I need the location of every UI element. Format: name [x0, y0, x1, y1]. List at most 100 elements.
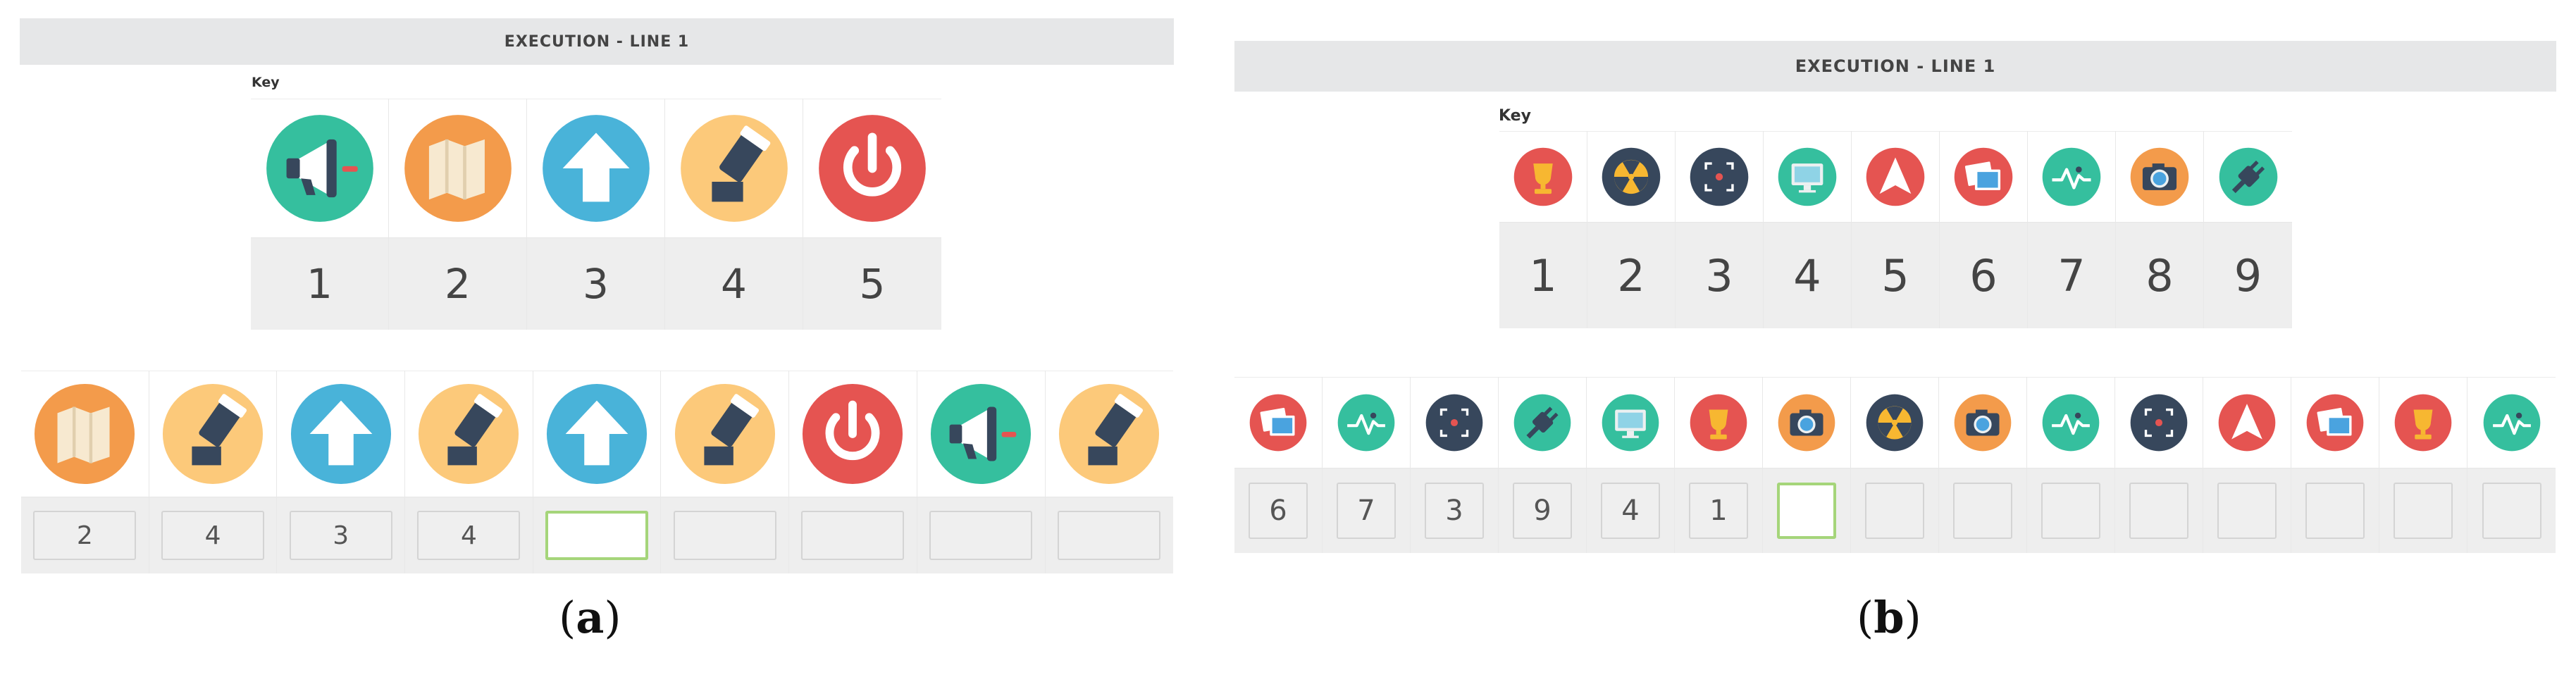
execution-header: EXECUTION - LINE 1	[20, 18, 1174, 65]
answer-input[interactable]	[1058, 511, 1161, 560]
sequence-grid: 2 43 4	[21, 371, 1174, 573]
answer-input[interactable]: 2	[33, 511, 137, 560]
answer-input[interactable]	[1953, 483, 2012, 539]
answer-input[interactable]	[929, 511, 1033, 560]
heartbeat-icon	[2482, 393, 2541, 452]
camera-icon	[1953, 393, 2012, 452]
caption-open: (	[559, 592, 576, 643]
sequence-item: 4	[405, 371, 533, 573]
answer-input[interactable]: 6	[1249, 483, 1308, 539]
answer-input[interactable]: 1	[1689, 483, 1748, 539]
answer-input[interactable]	[2129, 483, 2188, 539]
key-column: 1	[1499, 131, 1587, 328]
answer-input[interactable]: 4	[1601, 483, 1660, 539]
key-number: 2	[1587, 222, 1675, 328]
answer-input-active[interactable]	[1777, 483, 1836, 539]
key-number: 1	[1499, 222, 1587, 328]
key-column: 9	[2204, 131, 2292, 328]
key-column: 2	[389, 99, 527, 330]
key-column: 7	[2028, 131, 2116, 328]
answer-input[interactable]	[2482, 483, 2541, 539]
radiation-icon	[1601, 147, 1661, 207]
arrow-up-icon	[289, 382, 393, 486]
key-column: 4	[1764, 131, 1852, 328]
photos-icon	[2305, 393, 2365, 452]
arrow-up-icon	[540, 113, 652, 224]
answer-input[interactable]	[2394, 483, 2453, 539]
sequence-item	[917, 371, 1046, 573]
camera-icon	[2129, 147, 2190, 207]
sequence-item: 3	[277, 371, 406, 573]
answer-input[interactable]	[2041, 483, 2100, 539]
sequence-item	[2467, 377, 2556, 553]
sequence-item	[661, 371, 790, 573]
sequence-item: 6	[1234, 377, 1323, 553]
heartbeat-icon	[2041, 147, 2102, 207]
sequence-item: 9	[1499, 377, 1587, 553]
key-number: 2	[389, 237, 526, 330]
answer-input[interactable]	[673, 511, 776, 560]
caption-a: (a)	[559, 592, 621, 643]
answer-input[interactable]	[2305, 483, 2365, 539]
answer-input[interactable]: 4	[161, 511, 265, 560]
sequence-item	[1763, 377, 1851, 553]
key-number: 6	[1940, 222, 2027, 328]
key-column: 2	[1587, 131, 1676, 328]
caption-close: )	[1904, 592, 1921, 643]
cannon-icon	[161, 382, 265, 486]
answer-input[interactable]: 4	[417, 511, 521, 560]
sequence-item	[1939, 377, 2027, 553]
key-column: 8	[2116, 131, 2204, 328]
key-grid: 1 23 4 5	[251, 99, 941, 330]
caption-letter: a	[576, 592, 605, 643]
answer-input[interactable]: 9	[1513, 483, 1572, 539]
cannon-icon	[679, 113, 790, 224]
answer-input[interactable]	[1865, 483, 1924, 539]
sequence-item	[2115, 377, 2203, 553]
megaphone-icon	[264, 113, 376, 224]
key-column: 3	[527, 99, 665, 330]
key-number: 3	[527, 237, 664, 330]
sequence-item	[1851, 377, 1939, 553]
key-number: 4	[665, 237, 803, 330]
key-number: 5	[1852, 222, 1939, 328]
key-column: 4	[665, 99, 803, 330]
key-number: 5	[803, 237, 941, 330]
key-number: 3	[1676, 222, 1763, 328]
heartbeat-icon	[2041, 393, 2100, 452]
plug-icon	[2218, 147, 2279, 207]
sequence-grid: 6 7 3 9 4 1	[1234, 377, 2556, 553]
answer-input[interactable]: 3	[1425, 483, 1484, 539]
key-column: 3	[1676, 131, 1764, 328]
focus-target-icon	[1689, 147, 1750, 207]
sequence-item: 1	[1675, 377, 1763, 553]
answer-input[interactable]	[2217, 483, 2277, 539]
answer-input[interactable]	[801, 511, 905, 560]
key-grid: 1 2 3 45 6 7 8 9	[1499, 131, 2292, 328]
trophy-icon	[2394, 393, 2453, 452]
heartbeat-icon	[1337, 393, 1396, 452]
caption-letter: b	[1874, 592, 1905, 643]
sequence-item: 3	[1411, 377, 1499, 553]
radiation-icon	[1865, 393, 1924, 452]
key-column: 5	[803, 99, 941, 330]
sequence-item	[2203, 377, 2291, 553]
arrow-up-icon	[545, 382, 649, 486]
answer-input[interactable]: 3	[289, 511, 392, 560]
key-number: 8	[2116, 222, 2203, 328]
key-label: Key	[1499, 107, 1531, 125]
navigation-arrow-icon	[1865, 147, 1926, 207]
caption-b: (b)	[1857, 592, 1921, 643]
sequence-item	[789, 371, 917, 573]
key-column: 6	[1940, 131, 2028, 328]
caption-open: (	[1857, 592, 1874, 643]
answer-input[interactable]: 7	[1337, 483, 1396, 539]
trophy-icon	[1513, 147, 1573, 207]
sequence-item: 4	[1587, 377, 1675, 553]
key-number: 7	[2028, 222, 2115, 328]
sequence-item: 7	[1323, 377, 1411, 553]
map-icon	[402, 113, 514, 224]
key-column: 5	[1852, 131, 1940, 328]
sequence-item	[2027, 377, 2115, 553]
answer-input-active[interactable]	[545, 511, 649, 560]
